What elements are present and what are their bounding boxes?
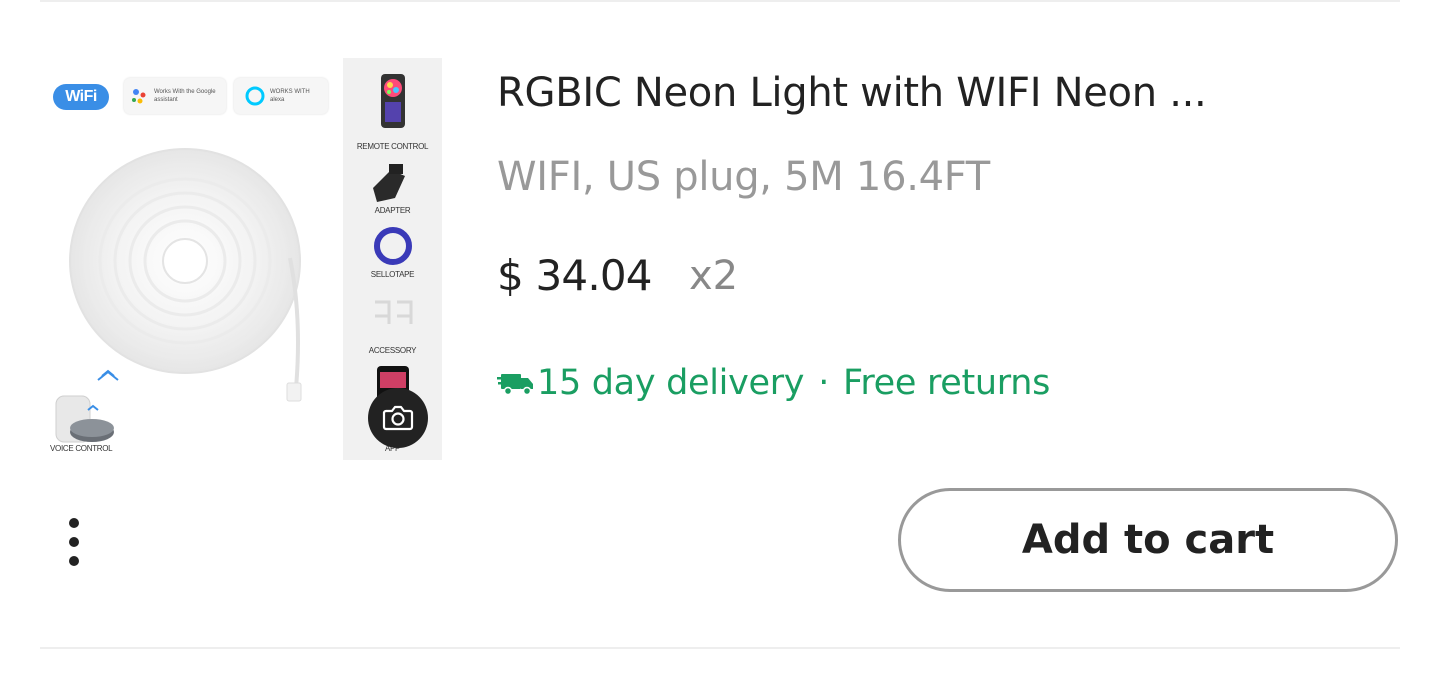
product-title[interactable]: RGBIC Neon Light with WIFI Neon ...: [497, 66, 1397, 120]
strip-label-remote: REMOTE CONTROL: [356, 142, 429, 151]
neon-coil-graphic: [55, 148, 302, 443]
voice-control-label: VOICE CONTROL: [50, 444, 113, 453]
image-search-button[interactable]: [368, 388, 428, 448]
delivery-info: 15 day delivery · Free returns: [497, 358, 1050, 408]
delivery-text: 15 day delivery: [537, 363, 805, 403]
truck-icon: [497, 374, 533, 396]
more-vertical-icon-dot: [69, 556, 79, 566]
strip-label-adapter: ADAPTER: [374, 206, 411, 215]
product-photo: WiFi Works With the Google assistant WOR…: [40, 58, 338, 460]
product-price: $ 34.04: [497, 251, 653, 300]
more-vertical-icon: [69, 518, 79, 528]
product-quantity: x2: [689, 253, 739, 299]
product-variant[interactable]: WIFI, US plug, 5M 16.4FT: [497, 150, 990, 204]
add-to-cart-button[interactable]: Add to cart: [898, 488, 1398, 592]
bottom-divider: [40, 647, 1400, 649]
more-options-button[interactable]: [50, 510, 98, 574]
more-vertical-icon-dot: [69, 537, 79, 547]
returns-text: Free returns: [843, 363, 1051, 403]
strip-label-accessory: ACCESSORY: [368, 346, 417, 355]
camera-icon: [382, 405, 414, 431]
top-divider: [40, 0, 1400, 2]
delivery-separator: ·: [818, 363, 830, 403]
strip-label-sellotape: SELLOTAPE: [370, 270, 415, 279]
